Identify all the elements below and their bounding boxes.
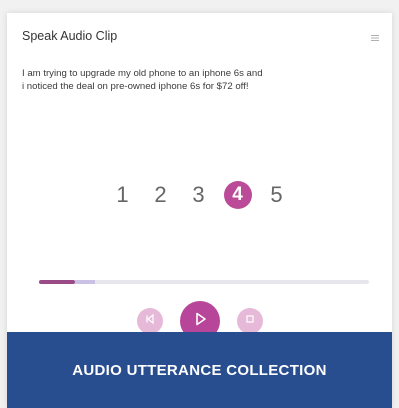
audio-buffer-fill [75,280,96,284]
play-icon [191,310,209,333]
rating-option-3[interactable]: 3 [186,182,212,208]
hamburger-menu-icon[interactable] [370,30,380,41]
stop-button[interactable] [236,308,263,334]
card-title: Speak Audio Clip [22,29,118,43]
prompt-text: I am trying to upgrade my old phone to a… [22,68,263,92]
rating-selector: 1 2 3 4 5 [7,178,392,212]
banner-label: AUDIO UTTERANCE COLLECTION [72,361,327,379]
screenshot-frame: Speak Audio Clip I am trying to upgrade … [0,0,399,408]
skip-back-button[interactable] [136,308,163,334]
audio-progress-fill [39,280,76,284]
rating-option-1[interactable]: 1 [110,182,136,208]
rating-option-5[interactable]: 5 [264,182,290,208]
rating-option-2[interactable]: 2 [148,182,174,208]
caption-banner: AUDIO UTTERANCE COLLECTION [7,332,392,408]
stop-icon [244,312,256,330]
audio-progress-bar[interactable] [39,280,369,284]
rating-option-4-selected[interactable]: 4 [223,181,252,209]
skip-back-icon [144,312,156,330]
